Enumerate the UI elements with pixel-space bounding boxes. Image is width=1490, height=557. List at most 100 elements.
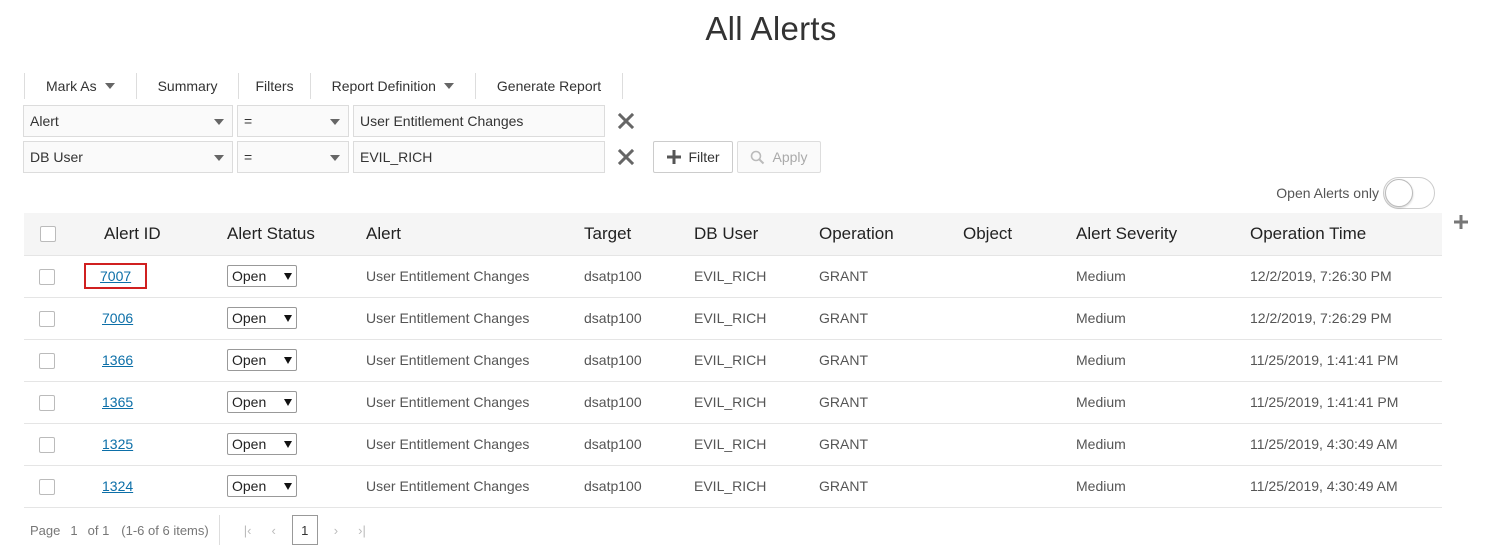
table-row: 1324 Open User Entitlement Changes dsatp… (24, 465, 1442, 508)
filter-field-select[interactable]: DB User (23, 141, 233, 173)
object-cell (963, 255, 1076, 298)
row-checkbox[interactable] (39, 436, 55, 453)
time-cell: 11/25/2019, 4:30:49 AM (1250, 465, 1442, 508)
alert-status-select[interactable]: Open (227, 349, 297, 371)
apply-button-label: Apply (772, 149, 808, 165)
filter-operator-value: = (244, 149, 253, 165)
row-checkbox[interactable] (39, 394, 55, 411)
db-user-cell: EVIL_RICH (694, 381, 819, 424)
column-header[interactable]: Alert ID (86, 213, 227, 256)
time-cell: 12/2/2019, 7:26:30 PM (1250, 255, 1442, 298)
object-cell (963, 423, 1076, 466)
table-row: 1325 Open User Entitlement Changes dsatp… (24, 423, 1442, 466)
table-header-row: Alert ID Alert Status Alert Target DB Us… (24, 213, 1442, 256)
mark-as-menu[interactable]: Mark As (24, 73, 136, 99)
page-of: of 1 (87, 522, 110, 538)
filter-value-text: EVIL_RICH (360, 149, 433, 165)
operation-cell: GRANT (819, 423, 963, 466)
current-page-button[interactable]: 1 (291, 515, 318, 545)
db-user-cell: EVIL_RICH (694, 465, 819, 508)
chevron-down-icon (214, 119, 224, 125)
column-header[interactable]: DB User (694, 213, 819, 256)
column-header[interactable]: Alert Severity (1076, 213, 1250, 256)
column-header[interactable]: Alert (366, 213, 584, 256)
operation-cell: GRANT (819, 339, 963, 382)
filter-operator-select[interactable]: = (237, 105, 349, 137)
chevron-down-icon (330, 119, 340, 125)
alert-id-link[interactable]: 7007 (83, 263, 148, 289)
filter-operator-value: = (244, 113, 253, 129)
column-header[interactable]: Operation Time (1250, 213, 1442, 256)
alert-status-select[interactable]: Open (227, 475, 297, 497)
item-count: (1-6 of 6 items) (121, 522, 209, 538)
row-checkbox[interactable] (39, 352, 55, 369)
prev-page-icon[interactable]: ‹ (271, 523, 275, 538)
page-number: 1 (70, 522, 78, 538)
open-alerts-toggle[interactable] (1383, 177, 1435, 209)
search-icon (751, 150, 765, 164)
row-checkbox[interactable] (39, 310, 55, 327)
alert-status-value: Open (232, 310, 267, 326)
column-header[interactable]: Alert Status (227, 213, 366, 256)
alert-id-link[interactable]: 1324 (86, 478, 133, 494)
close-icon (617, 112, 635, 130)
chevron-down-icon (104, 83, 115, 89)
alert-id-link[interactable]: 7006 (86, 310, 133, 326)
filter-value-input[interactable]: User Entitlement Changes (353, 105, 605, 137)
alert-status-select[interactable]: Open (227, 433, 297, 455)
severity-cell: Medium (1076, 297, 1250, 340)
alert-status-select[interactable]: Open (227, 265, 297, 287)
alert-status-value: Open (232, 394, 267, 410)
row-checkbox[interactable] (39, 478, 55, 495)
filter-value-input[interactable]: EVIL_RICH (353, 141, 605, 173)
remove-filter-button[interactable] (615, 110, 637, 132)
summary-button[interactable]: Summary (135, 73, 239, 99)
severity-cell: Medium (1076, 465, 1250, 508)
chevron-down-icon (330, 155, 340, 161)
column-header[interactable]: Target (584, 213, 694, 256)
close-icon (617, 148, 635, 166)
report-definition-menu[interactable]: Report Definition (309, 73, 475, 99)
object-cell (963, 465, 1076, 508)
object-cell (963, 381, 1076, 424)
filter-value-text: User Entitlement Changes (360, 113, 524, 129)
add-filter-button[interactable]: Filter (653, 141, 733, 173)
severity-cell: Medium (1076, 381, 1250, 424)
chevron-down-icon (284, 272, 292, 280)
time-cell: 11/25/2019, 1:41:41 PM (1250, 381, 1442, 424)
generate-report-label: Generate Report (496, 78, 602, 94)
object-cell (963, 339, 1076, 382)
target-cell: dsatp100 (584, 297, 694, 340)
filter-field-select[interactable]: Alert (23, 105, 233, 137)
object-cell (963, 297, 1076, 340)
first-page-icon[interactable]: |‹ (244, 523, 252, 538)
remove-filter-button[interactable] (615, 146, 637, 168)
row-checkbox[interactable] (39, 268, 55, 285)
next-page-icon[interactable]: › (334, 523, 338, 538)
pagination: Page 1 of 1 (1-6 of 6 items) |‹ ‹ 1 › ›| (24, 515, 376, 545)
column-header[interactable]: Object (963, 213, 1076, 256)
page-label: Page (30, 522, 61, 538)
alert-id-link[interactable]: 1365 (86, 394, 133, 410)
column-header[interactable]: Operation (819, 213, 963, 256)
severity-cell: Medium (1076, 423, 1250, 466)
filters-button[interactable]: Filters (238, 73, 309, 99)
severity-cell: Medium (1076, 255, 1250, 298)
alert-id-link[interactable]: 1325 (86, 436, 133, 452)
apply-button[interactable]: Apply (737, 141, 821, 173)
operation-cell: GRANT (819, 255, 963, 298)
operation-cell: GRANT (819, 297, 963, 340)
filter-field-value: DB User (30, 149, 83, 165)
alert-cell: User Entitlement Changes (366, 339, 584, 382)
toggle-knob (1385, 179, 1413, 207)
alert-status-select[interactable]: Open (227, 307, 297, 329)
alert-status-value: Open (232, 352, 267, 368)
filter-operator-select[interactable]: = (237, 141, 349, 173)
plus-icon[interactable] (1452, 213, 1470, 231)
alert-id-link[interactable]: 1366 (86, 352, 133, 368)
generate-report-button[interactable]: Generate Report (474, 73, 624, 99)
last-page-icon[interactable]: ›| (358, 523, 366, 538)
severity-cell: Medium (1076, 339, 1250, 382)
select-all-checkbox[interactable] (40, 226, 56, 243)
alert-status-select[interactable]: Open (227, 391, 297, 413)
